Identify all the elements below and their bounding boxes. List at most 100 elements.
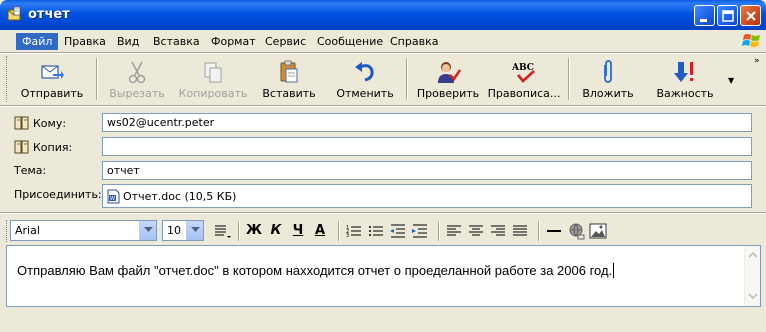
toolbar-overflow-icon[interactable]: » xyxy=(754,56,760,66)
address-book-icon xyxy=(14,116,29,130)
italic-button[interactable]: К xyxy=(266,221,286,241)
svg-text:3: 3 xyxy=(346,233,349,239)
bullet-list-button[interactable] xyxy=(366,221,386,241)
spelling-icon-text: ABC xyxy=(511,63,534,73)
horizontal-line-button[interactable] xyxy=(544,221,564,241)
font-select[interactable]: Arial xyxy=(10,220,157,241)
attach-label: Вложить xyxy=(582,87,634,100)
minimize-button[interactable] xyxy=(694,5,715,26)
format-bar: Arial 10 Ж К Ч А 123 xyxy=(6,217,760,243)
font-color-button[interactable]: А xyxy=(310,221,330,241)
toolbar-separator xyxy=(568,58,570,100)
menu-file[interactable]: Файл xyxy=(16,33,59,50)
check-names-icon xyxy=(438,62,461,83)
copy-icon xyxy=(204,62,222,83)
spelling-icon: ABC xyxy=(511,63,535,83)
format-separator xyxy=(338,221,340,241)
align-center-button[interactable] xyxy=(466,221,486,241)
close-icon xyxy=(746,11,756,21)
chevron-down-icon xyxy=(191,227,200,232)
menu-insert[interactable]: Вставка xyxy=(147,33,206,50)
font-value: Arial xyxy=(15,224,40,237)
cut-label: Вырезать xyxy=(109,87,165,100)
increase-indent-button[interactable] xyxy=(410,221,430,241)
maximize-button[interactable] xyxy=(717,5,738,26)
justify-button[interactable] xyxy=(510,221,530,241)
spelling-button[interactable]: ABC Правописа... xyxy=(486,54,562,104)
attach-button[interactable]: Вложить xyxy=(576,54,640,104)
to-label-wrap[interactable]: Кому: xyxy=(14,116,66,130)
check-names-label: Проверить xyxy=(416,87,480,100)
copy-button[interactable]: Копировать xyxy=(176,54,250,104)
divider xyxy=(0,105,766,107)
address-book-icon xyxy=(14,140,29,154)
paragraph-style-icon xyxy=(215,225,231,238)
menu-format[interactable]: Формат xyxy=(205,33,262,50)
attachment-name[interactable]: Отчет.doc (10,5 КБ) xyxy=(123,190,236,203)
justify-icon xyxy=(513,225,527,236)
attachment-box[interactable]: W Отчет.doc (10,5 КБ) xyxy=(102,184,752,208)
priority-dropdown-icon[interactable]: ▼ xyxy=(728,76,734,85)
vertical-scrollbar[interactable] xyxy=(744,246,760,306)
minimize-icon xyxy=(700,19,707,22)
toolbar-separator xyxy=(96,58,98,100)
underline-button[interactable]: Ч xyxy=(288,221,308,241)
scissors-icon xyxy=(128,61,146,84)
scroll-down-icon[interactable] xyxy=(747,290,759,302)
copy-label: Копировать xyxy=(178,87,248,100)
numbered-list-icon: 123 xyxy=(346,225,361,239)
word-document-icon: W xyxy=(107,189,120,203)
subject-row: Тема: отчет xyxy=(0,160,766,182)
toolbar-grip[interactable] xyxy=(6,56,9,102)
menu-tools[interactable]: Сервис xyxy=(259,33,312,50)
horizontal-line-icon xyxy=(547,230,561,232)
spelling-label: Правописа... xyxy=(487,87,561,100)
font-dropdown-arrow[interactable] xyxy=(139,221,156,240)
menu-view[interactable]: Вид xyxy=(111,33,145,50)
hyperlink-button[interactable] xyxy=(566,221,586,241)
cc-label-wrap[interactable]: Копия: xyxy=(14,140,72,154)
paragraph-style-button[interactable] xyxy=(212,221,232,241)
status-bar xyxy=(0,309,766,332)
align-left-button[interactable] xyxy=(444,221,464,241)
undo-button[interactable]: Отменить xyxy=(332,54,398,104)
message-body[interactable]: Отправляю Вам файл "отчет.doc" в котором… xyxy=(6,245,761,307)
check-names-button[interactable]: Проверить xyxy=(414,54,482,104)
menu-message[interactable]: Сообщение xyxy=(311,33,389,50)
send-button[interactable]: Отправить xyxy=(12,54,92,104)
maximize-icon xyxy=(722,10,734,22)
svg-text:W: W xyxy=(110,196,115,202)
decrease-indent-button[interactable] xyxy=(388,221,408,241)
scroll-up-icon[interactable] xyxy=(747,249,759,261)
align-right-icon xyxy=(491,225,505,236)
close-button[interactable] xyxy=(740,5,761,26)
toolbar: Отправить Вырезать Копировать Вставить О… xyxy=(6,54,760,104)
to-field[interactable]: ws02@ucentr.peter xyxy=(102,113,752,132)
windows-logo-icon xyxy=(742,34,760,47)
format-separator xyxy=(238,221,240,241)
menu-edit[interactable]: Правка xyxy=(58,33,112,50)
priority-button[interactable]: Важность xyxy=(648,54,722,104)
cc-row: Копия: xyxy=(0,136,766,158)
chevron-down-icon xyxy=(144,227,153,232)
increase-indent-icon xyxy=(412,224,427,238)
title-bar[interactable]: отчет xyxy=(0,0,766,30)
insert-picture-button[interactable] xyxy=(588,221,608,241)
paste-button[interactable]: Вставить xyxy=(256,54,322,104)
attach-field-label: Присоединить: xyxy=(14,188,102,201)
format-bar-grip[interactable] xyxy=(6,220,9,242)
bullet-list-icon xyxy=(369,226,383,236)
size-dropdown-arrow[interactable] xyxy=(186,221,203,240)
message-body-text: Отправляю Вам файл "отчет.doc" в котором… xyxy=(17,263,613,278)
window-title: отчет xyxy=(28,7,70,22)
font-size-select[interactable]: 10 xyxy=(162,220,204,241)
bold-button[interactable]: Ж xyxy=(244,221,264,241)
cc-field[interactable] xyxy=(102,137,752,156)
cut-button[interactable]: Вырезать xyxy=(102,54,172,104)
menu-help[interactable]: Справка xyxy=(384,33,444,50)
priority-icon xyxy=(674,62,693,82)
numbered-list-button[interactable]: 123 xyxy=(344,221,364,241)
subject-field[interactable]: отчет xyxy=(102,161,752,180)
undo-label: Отменить xyxy=(336,87,394,100)
align-right-button[interactable] xyxy=(488,221,508,241)
